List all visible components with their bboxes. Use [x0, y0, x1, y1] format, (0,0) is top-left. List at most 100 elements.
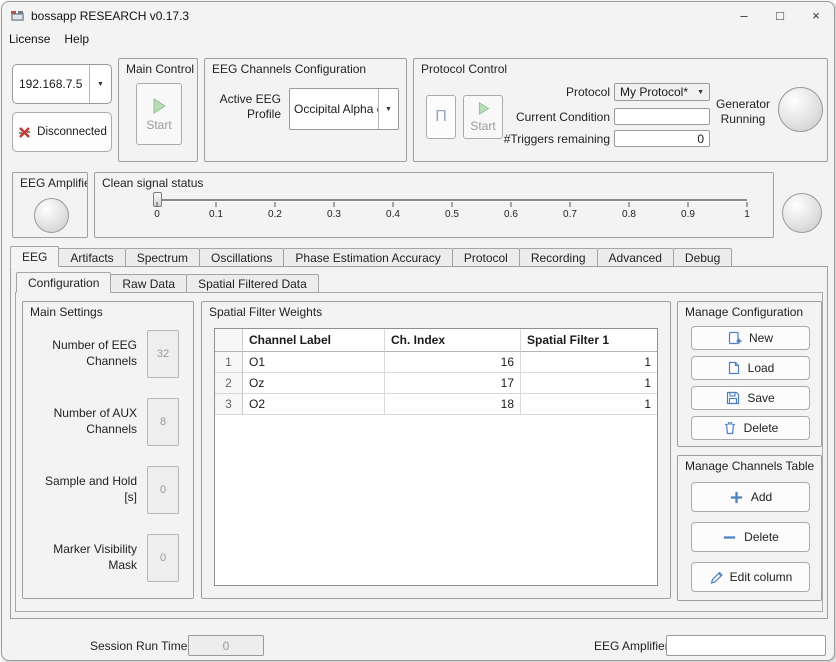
close-button[interactable]: ×: [798, 2, 834, 29]
manage-channels-panel: Manage Channels Table Add: [677, 455, 822, 601]
menu-help[interactable]: Help: [64, 32, 89, 46]
num-aux-channels-field: 8: [147, 398, 179, 446]
current-condition-input[interactable]: [614, 108, 710, 125]
add-channel-button[interactable]: Add: [691, 482, 810, 512]
tab-advanced[interactable]: Advanced: [597, 248, 674, 267]
subtab-spatial-filtered-data[interactable]: Spatial Filtered Data: [186, 274, 319, 293]
tab-eeg[interactable]: EEG: [10, 246, 59, 267]
protocol-select[interactable]: My Protocol* ▼: [614, 83, 710, 101]
delete-config-button[interactable]: Delete: [691, 416, 810, 440]
cell-spatial-filter[interactable]: 1: [521, 394, 657, 415]
slider-tick: [511, 202, 512, 207]
eeg-tab-panel: Configuration Raw Data Spatial Filtered …: [10, 266, 828, 619]
disconnect-icon: [17, 125, 32, 140]
slider-track[interactable]: [157, 199, 747, 201]
menu-license[interactable]: License: [9, 32, 50, 46]
main-settings-panel: Main Settings Number of EEG Channels 32 …: [22, 301, 194, 599]
tab-phase-estimation-accuracy[interactable]: Phase Estimation Accuracy: [283, 248, 452, 267]
connect-status-label: Disconnected: [37, 126, 107, 138]
channels-table: Channel Label Ch. Index Spatial Filter 1…: [214, 328, 658, 586]
generator-running-lamp: [778, 87, 823, 132]
cell-ch-index[interactable]: 16: [385, 352, 521, 373]
slider-tick: [688, 202, 689, 207]
slider-tick: [157, 202, 158, 207]
slider-tick: [334, 202, 335, 207]
title-bar: bossapp RESEARCH v0.17.3 – □ ×: [2, 2, 834, 29]
panel-title: Manage Configuration: [678, 302, 821, 319]
save-config-button[interactable]: Save: [691, 386, 810, 410]
tab-spectrum[interactable]: Spectrum: [125, 248, 200, 267]
setting-row: Number of AUX Channels 8: [29, 398, 179, 446]
chevron-down-icon[interactable]: ▼: [89, 65, 111, 103]
slider-tick-label: 0.4: [386, 209, 400, 220]
button-label: Add: [751, 490, 772, 504]
panel-title: Main Control: [119, 59, 197, 76]
protocol-pi-button[interactable]: Π: [426, 95, 456, 139]
chevron-down-icon: ▼: [697, 89, 704, 96]
slider-tick: [452, 202, 453, 207]
eeg-profile-value: Occipital Alpha cl...: [290, 102, 378, 116]
tab-protocol[interactable]: Protocol: [452, 248, 520, 267]
tab-recording[interactable]: Recording: [519, 248, 598, 267]
marker-visibility-label: Marker Visibility Mask: [29, 542, 137, 573]
new-document-icon: [728, 331, 742, 345]
eeg-amplifier-lamp: [34, 198, 69, 233]
cell-channel-label[interactable]: Oz: [243, 373, 385, 394]
pi-icon: Π: [435, 108, 447, 126]
eeg-profile-select[interactable]: Occipital Alpha cl... ▼: [289, 88, 399, 130]
edit-column-button[interactable]: Edit column: [691, 562, 810, 592]
button-label: Load: [748, 361, 775, 375]
active-eeg-profile-label: Active EEG Profile: [211, 92, 281, 122]
connect-status-button[interactable]: Disconnected: [12, 112, 112, 152]
load-config-button[interactable]: Load: [691, 356, 810, 380]
new-config-button[interactable]: New: [691, 326, 810, 350]
sample-hold-label: Sample and Hold [s]: [29, 474, 137, 505]
triggers-remaining-label: #Triggers remaining: [502, 132, 610, 147]
row-number: 2: [215, 373, 243, 394]
start-button-label: Start: [470, 119, 495, 133]
main-tab-bar: EEG Artifacts Spectrum Oscillations Phas…: [10, 246, 731, 267]
table-row: 2 Oz 17 1: [215, 373, 657, 394]
cell-ch-index[interactable]: 17: [385, 373, 521, 394]
row-number: 1: [215, 352, 243, 373]
delete-channel-button[interactable]: Delete: [691, 522, 810, 552]
cell-spatial-filter[interactable]: 1: [521, 352, 657, 373]
eeg-amplifier-footer-label: EEG Amplifier: [594, 639, 669, 654]
cell-spatial-filter[interactable]: 1: [521, 373, 657, 394]
clean-signal-panel: Clean signal status 0 0.1 0.2 0.3 0.4 0.…: [94, 172, 774, 238]
cell-channel-label[interactable]: O2: [243, 394, 385, 415]
play-icon: [476, 101, 491, 116]
eeg-amplifier-field[interactable]: [666, 635, 826, 656]
slider-handle[interactable]: [153, 192, 162, 207]
main-control-start-button[interactable]: Start: [136, 83, 182, 145]
cell-ch-index[interactable]: 18: [385, 394, 521, 415]
subtab-raw-data[interactable]: Raw Data: [110, 274, 187, 293]
plus-icon: [729, 490, 744, 505]
generator-running-label: Generator Running: [712, 97, 774, 127]
clean-signal-slider[interactable]: 0 0.1 0.2 0.3 0.4 0.5 0.6 0.7 0.8 0.9 1: [157, 192, 747, 234]
tab-oscillations[interactable]: Oscillations: [199, 248, 284, 267]
setting-row: Number of EEG Channels 32: [29, 330, 179, 378]
tab-artifacts[interactable]: Artifacts: [58, 248, 125, 267]
minimize-button[interactable]: –: [726, 2, 762, 29]
slider-tick-label: 0: [154, 209, 160, 220]
connection-ip-combo[interactable]: 192.168.7.5 ▼: [12, 64, 112, 104]
triggers-remaining-input[interactable]: 0: [614, 130, 710, 147]
cell-channel-label[interactable]: O1: [243, 352, 385, 373]
tab-debug[interactable]: Debug: [673, 248, 732, 267]
panel-title: Main Settings: [23, 302, 193, 319]
button-label: New: [749, 331, 773, 345]
sub-tab-bar: Configuration Raw Data Spatial Filtered …: [16, 272, 318, 293]
slider-tick: [393, 202, 394, 207]
window-title: bossapp RESEARCH v0.17.3: [31, 9, 189, 23]
play-icon: [150, 97, 168, 115]
protocol-start-button[interactable]: Start: [463, 95, 503, 139]
setting-row: Marker Visibility Mask 0: [29, 534, 179, 582]
maximize-button[interactable]: □: [762, 2, 798, 29]
num-aux-channels-label: Number of AUX Channels: [29, 406, 137, 437]
slider-tick-label: 0.2: [268, 209, 282, 220]
eeg-amplifier-panel: EEG Amplifier: [12, 172, 88, 238]
slider-tick-label: 1: [744, 209, 750, 220]
subtab-configuration[interactable]: Configuration: [16, 272, 111, 293]
chevron-down-icon[interactable]: ▼: [378, 89, 398, 129]
